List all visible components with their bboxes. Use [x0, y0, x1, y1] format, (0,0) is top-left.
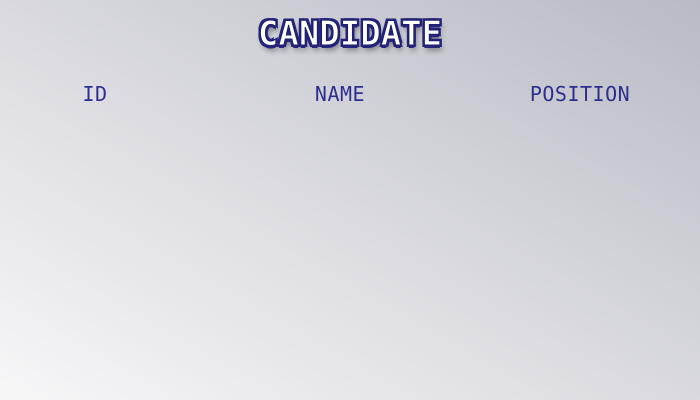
column-header-id: ID [82, 82, 108, 106]
candidate-table: ID NAME POSITION [0, 82, 700, 110]
page-title: CANDIDATE [257, 14, 443, 55]
column-header-position: POSITION [529, 82, 631, 106]
column-header-name: NAME [314, 82, 366, 106]
candidate-page: CANDIDATE ID NAME POSITION [0, 0, 700, 400]
table-header-row: ID NAME POSITION [0, 82, 700, 110]
